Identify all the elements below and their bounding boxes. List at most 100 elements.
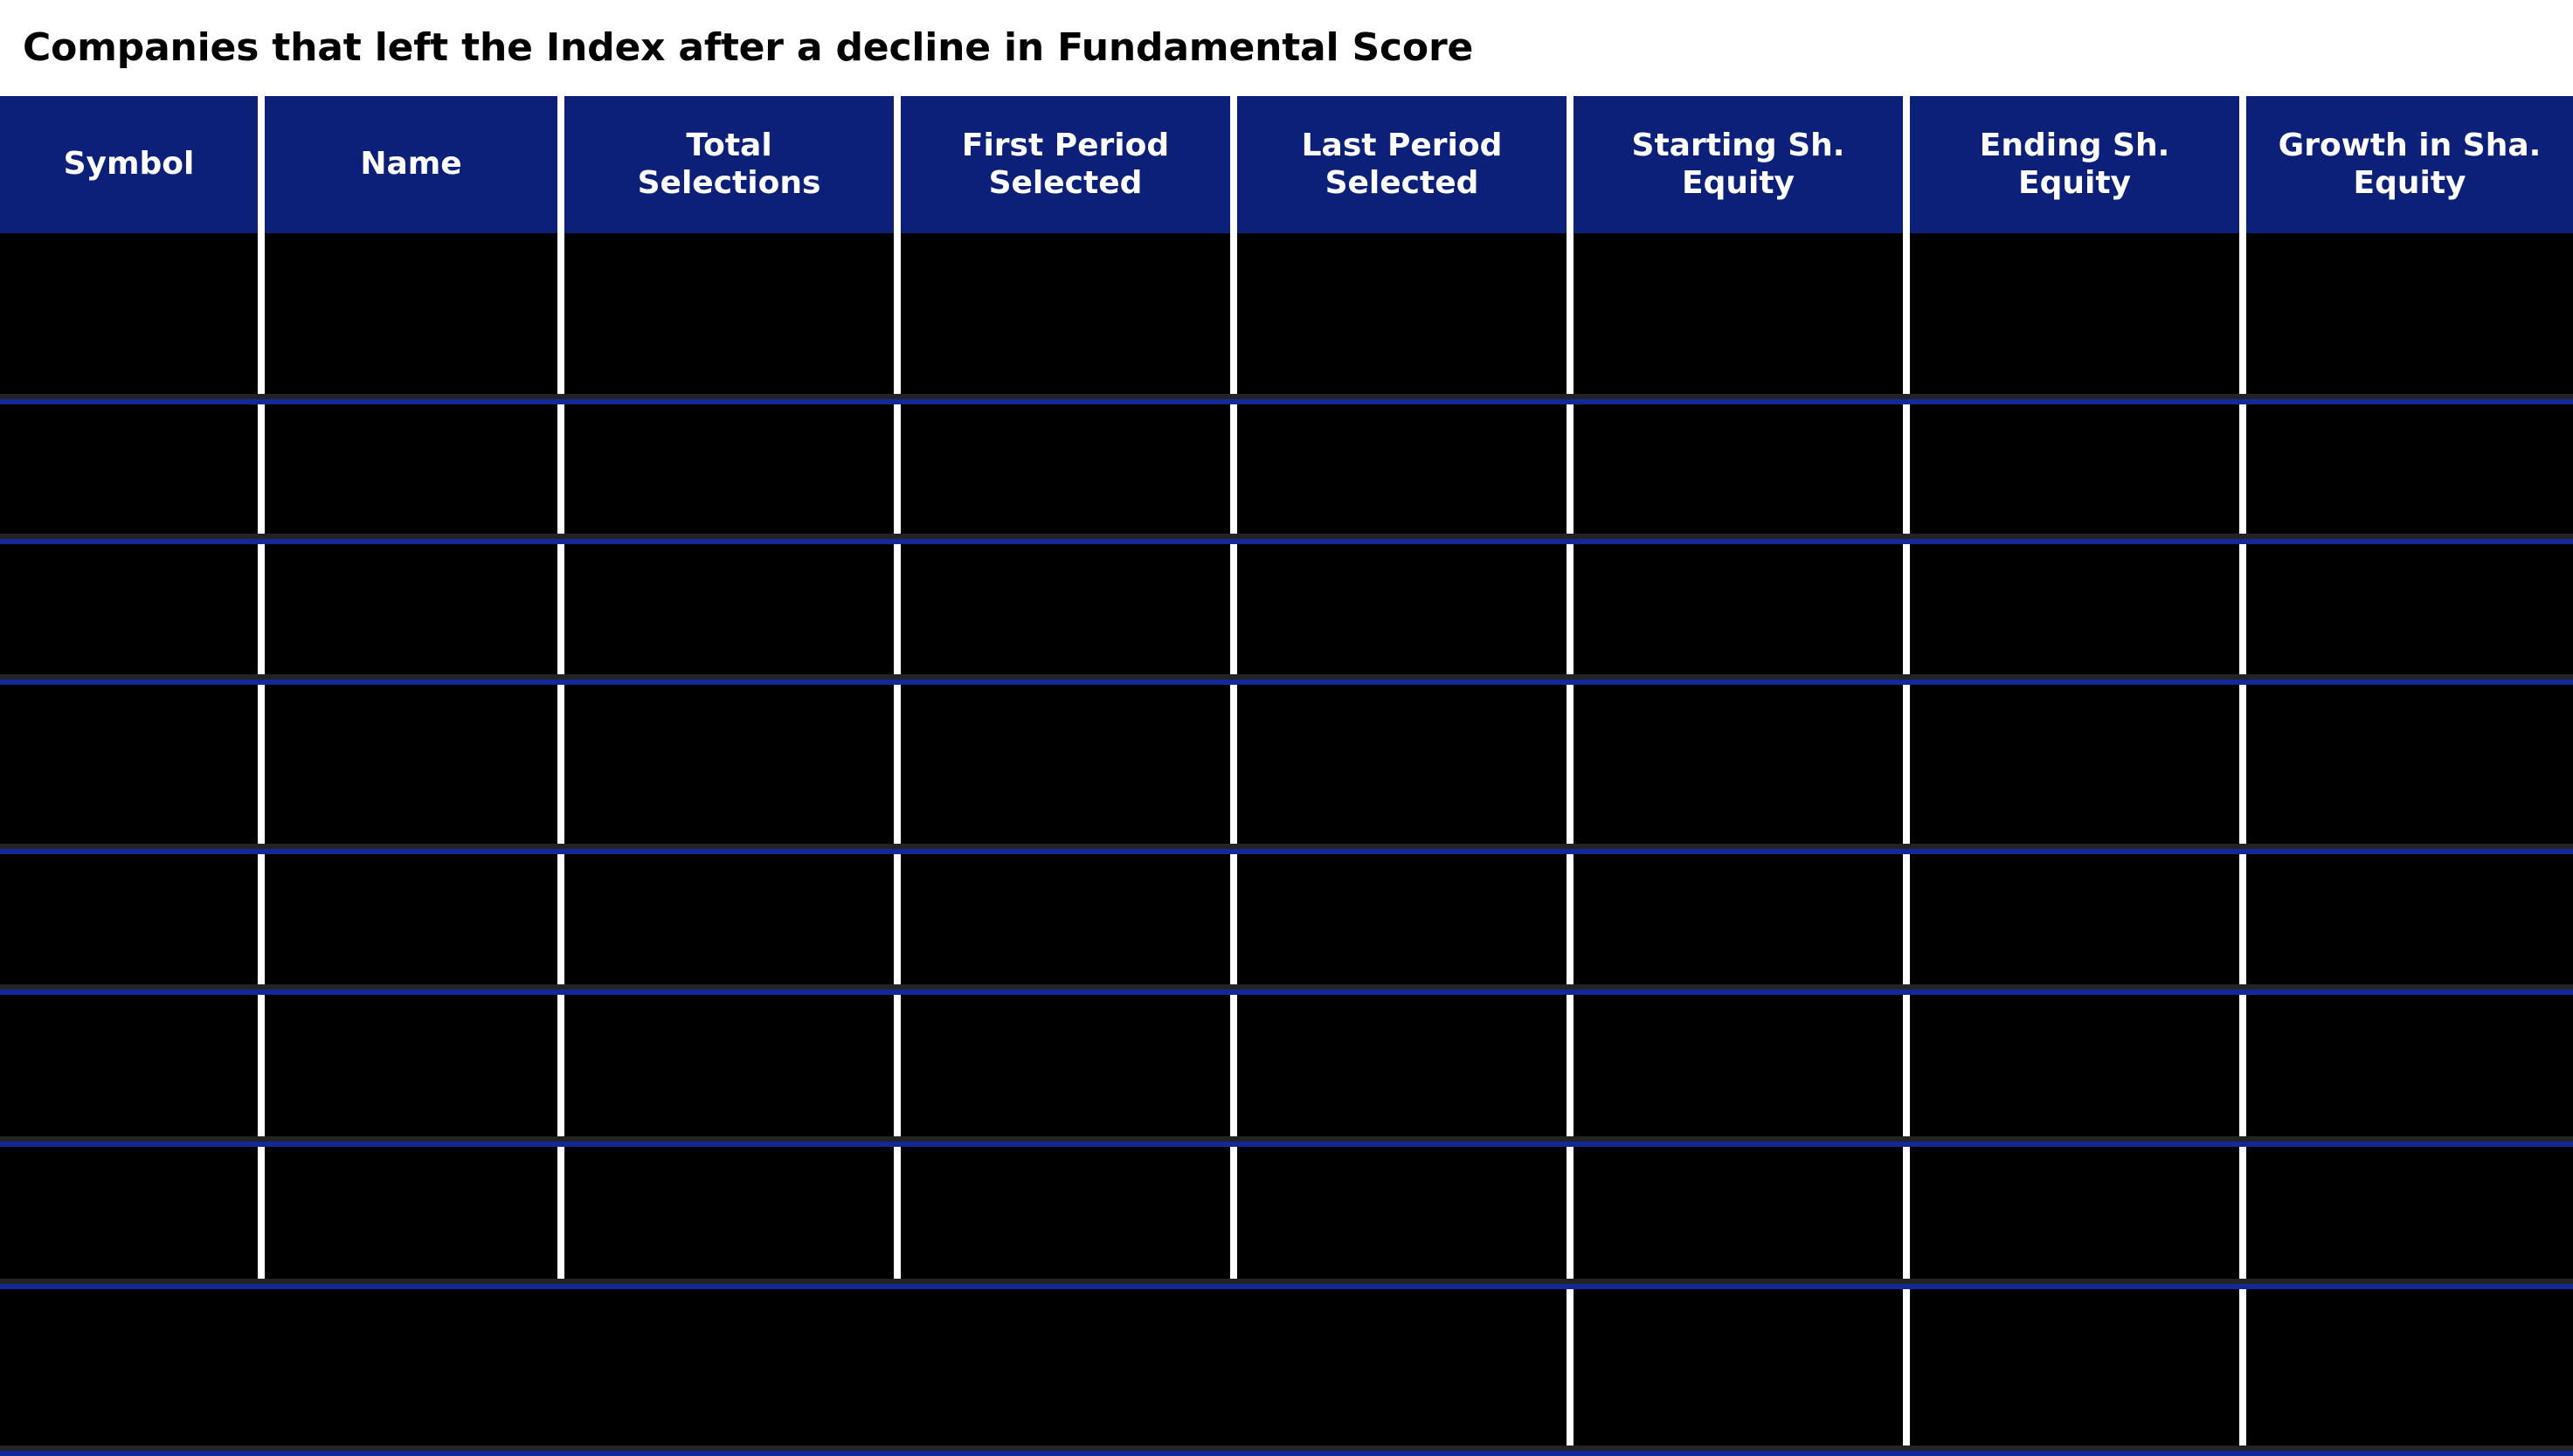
title-bar: Companies that left the Index after a de… — [0, 0, 2573, 96]
table-row[interactable] — [0, 1289, 2573, 1456]
table-row[interactable] — [0, 544, 2573, 685]
table-cell-last_period[interactable] — [1237, 233, 1567, 404]
column-header-first_period[interactable]: First Period Selected — [901, 96, 1230, 233]
table-cell-total_selections[interactable] — [564, 544, 894, 685]
table-cell-first_period[interactable] — [901, 233, 1230, 404]
table-cell-name[interactable] — [265, 854, 557, 995]
table-row[interactable] — [0, 995, 2573, 1147]
column-header-line: Ending Sh. — [1979, 128, 2170, 164]
table-cell-symbol[interactable] — [0, 544, 258, 685]
table-cell-symbol[interactable] — [0, 995, 258, 1147]
table-cell-last_period[interactable] — [1237, 1147, 1567, 1289]
table-cell-name[interactable] — [265, 685, 557, 854]
table-row[interactable] — [0, 233, 2573, 404]
column-header-line: Equity — [2353, 164, 2466, 201]
table-cell-total_selections[interactable] — [564, 233, 894, 404]
table-cell-last_period[interactable] — [1237, 854, 1567, 995]
table-cell-starting_sh_equity[interactable] — [1574, 544, 1903, 685]
table-cell-starting_sh_equity[interactable] — [1574, 404, 1903, 544]
table-row[interactable] — [0, 854, 2573, 995]
column-header-line: Equity — [2017, 164, 2131, 201]
column-header-ending_sh_equity[interactable]: Ending Sh. Equity — [1910, 96, 2239, 233]
column-header-label: Starting Sh. Equity — [1632, 128, 1845, 202]
table-cell-symbol[interactable] — [0, 854, 258, 995]
column-header-label: Growth in Sha. Equity — [2279, 128, 2542, 202]
table-cell-ending_sh_equity[interactable] — [1910, 233, 2239, 404]
table-cell-symbol[interactable] — [0, 233, 258, 404]
table-row[interactable] — [0, 404, 2573, 544]
table-cell-growth_sh_equity[interactable] — [2246, 1289, 2573, 1456]
table-cell-ending_sh_equity[interactable] — [1910, 854, 2239, 995]
table-cell-starting_sh_equity[interactable] — [1574, 1147, 1903, 1289]
table-cell-name[interactable] — [265, 995, 557, 1147]
table-cell-growth_sh_equity[interactable] — [2246, 854, 2573, 995]
table-cell-ending_sh_equity[interactable] — [1910, 995, 2239, 1147]
table-cell-name[interactable] — [265, 544, 557, 685]
table-cell-growth_sh_equity[interactable] — [2246, 685, 2573, 854]
table-cell-starting_sh_equity[interactable] — [1574, 854, 1903, 995]
table-cell-first_period[interactable] — [901, 544, 1230, 685]
table-cell-last_period[interactable] — [1237, 404, 1567, 544]
column-header-name[interactable]: Name — [265, 96, 557, 233]
column-header-line: Growth in Sha. — [2278, 128, 2542, 164]
column-header-total_selections[interactable]: Total Selections — [564, 96, 894, 233]
table-cell-merged[interactable] — [0, 1289, 1567, 1456]
table-cell-ending_sh_equity[interactable] — [1910, 685, 2239, 854]
column-header-line: First Period — [961, 128, 1170, 164]
table-row[interactable] — [0, 685, 2573, 854]
column-header-symbol[interactable]: Symbol — [0, 96, 258, 233]
companies-left-index-table: Symbol Name Total Selections First Period Sel… — [0, 96, 2573, 1456]
table-cell-symbol[interactable] — [0, 404, 258, 544]
column-header-last_period[interactable]: Last Period Selected — [1237, 96, 1567, 233]
table-cell-growth_sh_equity[interactable] — [2246, 1147, 2573, 1289]
table-cell-starting_sh_equity[interactable] — [1574, 1289, 1903, 1456]
table-cell-ending_sh_equity[interactable] — [1910, 1289, 2239, 1456]
table-cell-last_period[interactable] — [1237, 685, 1567, 854]
table-cell-growth_sh_equity[interactable] — [2246, 544, 2573, 685]
table-cell-first_period[interactable] — [901, 995, 1230, 1147]
column-header-label: Symbol — [64, 146, 195, 183]
column-header-label: Ending Sh. Equity — [1980, 128, 2170, 202]
table-cell-growth_sh_equity[interactable] — [2246, 233, 2573, 404]
table-screenshot-root: Companies that left the Index after a de… — [0, 0, 2573, 1456]
table-cell-starting_sh_equity[interactable] — [1574, 685, 1903, 854]
table-cell-growth_sh_equity[interactable] — [2246, 995, 2573, 1147]
table-cell-total_selections[interactable] — [564, 995, 894, 1147]
table-cell-total_selections[interactable] — [564, 1147, 894, 1289]
table-cell-symbol[interactable] — [0, 1147, 258, 1289]
table-cell-ending_sh_equity[interactable] — [1910, 1147, 2239, 1289]
table-cell-first_period[interactable] — [901, 685, 1230, 854]
column-header-line: Selections — [637, 164, 821, 201]
table-cell-total_selections[interactable] — [564, 404, 894, 544]
column-header-line: Last Period — [1301, 128, 1503, 164]
table-cell-last_period[interactable] — [1237, 544, 1567, 685]
column-header-starting_sh_equity[interactable]: Starting Sh. Equity — [1574, 96, 1903, 233]
table-cell-first_period[interactable] — [901, 404, 1230, 544]
column-header-label: Total Selections — [638, 128, 821, 202]
table-header-row: Symbol Name Total Selections First Period Sel… — [0, 96, 2573, 233]
table-cell-first_period[interactable] — [901, 854, 1230, 995]
table-row[interactable] — [0, 1147, 2573, 1289]
table-cell-total_selections[interactable] — [564, 854, 894, 995]
table-cell-first_period[interactable] — [901, 1147, 1230, 1289]
table-cell-ending_sh_equity[interactable] — [1910, 544, 2239, 685]
table-cell-last_period[interactable] — [1237, 995, 1567, 1147]
table-cell-name[interactable] — [265, 233, 557, 404]
table-cell-name[interactable] — [265, 404, 557, 544]
table-cell-growth_sh_equity[interactable] — [2246, 404, 2573, 544]
table-cell-name[interactable] — [265, 1147, 557, 1289]
table-body — [0, 233, 2573, 1456]
column-header-line: Name — [360, 146, 462, 183]
table-cell-starting_sh_equity[interactable] — [1574, 995, 1903, 1147]
table-cell-symbol[interactable] — [0, 685, 258, 854]
column-header-line: Selected — [988, 164, 1143, 201]
column-header-growth_sh_equity[interactable]: Growth in Sha. Equity — [2246, 96, 2573, 233]
page-title: Companies that left the Index after a de… — [23, 25, 1474, 70]
column-header-label: First Period Selected — [962, 128, 1169, 202]
column-header-line: Total — [686, 128, 772, 164]
table-cell-starting_sh_equity[interactable] — [1574, 233, 1903, 404]
table-cell-ending_sh_equity[interactable] — [1910, 404, 2239, 544]
table-cell-total_selections[interactable] — [564, 685, 894, 854]
column-header-line: Equity — [1681, 164, 1795, 201]
column-header-label: Last Period Selected — [1302, 128, 1503, 202]
